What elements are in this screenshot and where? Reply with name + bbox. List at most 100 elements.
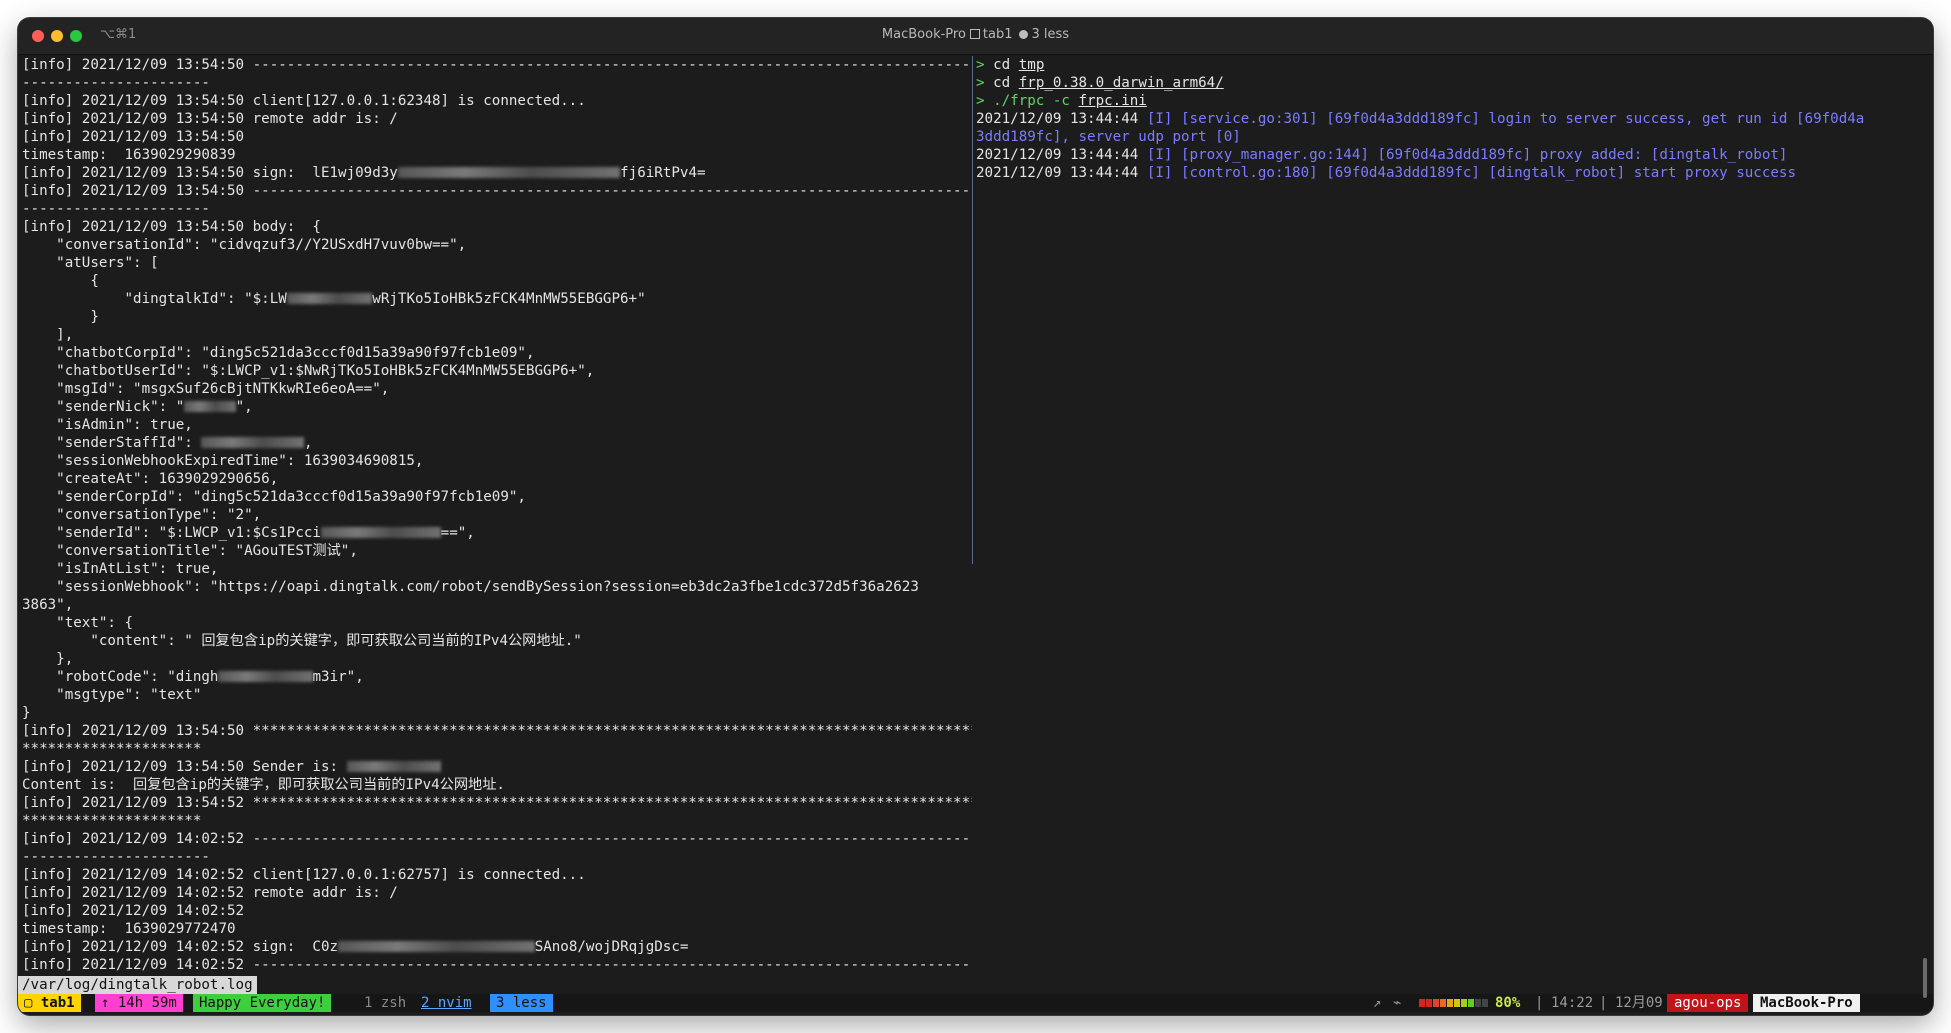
command-argument: frp_0.38.0_darwin_arm64/ (1018, 75, 1224, 91)
frpc-log-line: 2021/12/09 13:44:44 [I] [service.go:301]… (976, 110, 1926, 128)
scrollbar-thumb[interactable] (1923, 958, 1927, 998)
log-timestamp: 2021/12/09 13:44:44 (976, 147, 1147, 163)
command-name: cd (993, 57, 1011, 73)
wifi-off-icon: ⌁ (1393, 995, 1402, 1011)
window-tab-less[interactable]: 3 less (490, 994, 553, 1012)
log-line: "isInAtList": true, (22, 561, 219, 577)
log-line: [info] 2021/12/09 14:02:52 sign: C0z SAno… (22, 938, 972, 956)
redacted-blur (201, 437, 304, 448)
log-line: "chatbotUserId": "$:LWCP_v1:$NwRjTKo5IoH… (22, 363, 595, 379)
log-text: , (303, 435, 313, 451)
log-line: ********************* (22, 741, 202, 757)
log-line: [info] 2021/12/09 13:54:52 *************… (22, 795, 972, 811)
log-line: ], (22, 327, 74, 343)
log-line: "dingtalkId": "$:LW wRjTKo5IoHBk5zFCK4MnM… (22, 290, 972, 308)
log-line: { (22, 273, 99, 289)
tab-icon (969, 29, 980, 39)
log-line: }, (22, 651, 74, 667)
window-tab-zsh[interactable]: 1 zsh (358, 994, 412, 1012)
left-pane-log-output[interactable]: [info] 2021/12/09 13:54:50 -------------… (22, 56, 972, 996)
log-message: 3ddd189fc], server udp port [0] (976, 129, 1241, 145)
log-line: 3863", (22, 597, 74, 613)
prompt-symbol: > (976, 93, 994, 109)
log-line: "robotCode": "dingh m3ir", (22, 668, 972, 686)
arrow-icon: ↗ (1373, 995, 1382, 1011)
pane-divider[interactable] (972, 56, 973, 564)
log-text: "senderStaffId": (22, 435, 202, 451)
session-tab-label[interactable]: ▢ tab1 (18, 994, 81, 1012)
title-less: 3 less (1031, 27, 1070, 42)
status-right-group: ↗ ⌁ 80% | 14:22 | 12月09 agou-ops MacBook… (1373, 994, 1933, 1012)
log-line: "senderId": "$:LWCP_v1:$Cs1Pcci ==", (22, 524, 972, 542)
log-line: [info] 2021/12/09 14:02:52 -------------… (22, 831, 972, 847)
host-user-badge: agou-ops (1667, 994, 1749, 1012)
tmux-status-bar: ▢ tab1 ↑ 14h 59m Happy Everyday! 1 zsh 2… (18, 994, 1933, 1012)
log-line: [info] 2021/12/09 14:02:52 remote addr i… (22, 885, 398, 901)
log-text: fj6iRtPv4= (620, 165, 706, 181)
frpc-log-line: 3ddd189fc], server udp port [0] (976, 128, 1926, 146)
log-line: "conversationId": "cidvqzuf3//Y2USxdH7vu… (22, 237, 467, 253)
log-line: ---------------------- (22, 75, 210, 91)
terminal-window: ⌥⌘1 MacBook-Pro tab1 3 less [info] 2021/12… (18, 18, 1933, 1015)
redacted-blur (184, 401, 236, 412)
log-line: "text": { (22, 615, 134, 631)
redacted-blur (218, 671, 313, 682)
log-text: wRjTKo5IoHBk5zFCK4MnMW55EBGGP6+" (372, 291, 646, 307)
log-line: "msgtype": "text" (22, 687, 202, 703)
redacted-blur (320, 527, 441, 538)
redacted-blur (338, 941, 535, 952)
log-line: ---------------------- (22, 201, 210, 217)
log-line: ********************* (22, 813, 202, 829)
prompt-symbol: > (976, 57, 994, 73)
log-line: [info] 2021/12/09 14:02:52 -------------… (22, 957, 972, 973)
log-line: [info] 2021/12/09 13:54:50 -------------… (22, 57, 972, 73)
uptime-label: ↑ 14h 59m (95, 994, 183, 1012)
log-line: [info] 2021/12/09 14:02:52 client[127.0.… (22, 867, 586, 883)
log-line: ---------------------- (22, 849, 210, 865)
log-line: "chatbotCorpId": "ding5c521da3cccf0d15a3… (22, 345, 535, 361)
command-name: cd (993, 75, 1011, 91)
log-text: ==", (440, 525, 475, 541)
shell-command-line: > cd frp_0.38.0_darwin_arm64/ (976, 74, 1926, 92)
log-line: [info] 2021/12/09 13:54:50 *************… (22, 723, 972, 739)
log-text: "robotCode": "dingh (22, 669, 219, 685)
log-line: "atUsers": [ (22, 255, 159, 271)
log-text: "dingtalkId": "$:LW (22, 291, 287, 307)
battery-percent: 80% (1495, 995, 1521, 1011)
frpc-log-line: 2021/12/09 13:44:44 [I] [proxy_manager.g… (976, 146, 1926, 164)
log-text: [info] 2021/12/09 14:02:52 sign: C0z (22, 939, 339, 955)
log-line: [info] 2021/12/09 13:54:50 Sender is: (22, 758, 972, 776)
log-text: m3ir", (312, 669, 364, 685)
log-line: "senderNick": " ", (22, 398, 972, 416)
log-line: [info] 2021/12/09 13:54:50 -------------… (22, 183, 972, 199)
log-line: timestamp: 1639029290839 (22, 147, 236, 163)
log-line: Content is: 回复包含ip的关键字，即可获取公司当前的IPv4公网地址… (22, 777, 505, 793)
greeting-label: Happy Everyday! (193, 994, 332, 1012)
log-line: } (22, 705, 31, 721)
log-line: "conversationTitle": "AGouTEST测试", (22, 543, 358, 559)
log-message: [I] [proxy_manager.go:144] [69f0d4a3ddd1… (1146, 147, 1788, 163)
clock-date: 12月09 (1615, 995, 1663, 1011)
log-timestamp: 2021/12/09 13:44:44 (976, 165, 1147, 181)
log-line: timestamp: 1639029772470 (22, 921, 236, 937)
frpc-log-line: 2021/12/09 13:44:44 [I] [control.go:180]… (976, 164, 1926, 182)
redacted-blur (346, 761, 441, 772)
right-pane-shell[interactable]: > cd tmp > cd frp_0.38.0_darwin_arm64/> .… (976, 56, 1926, 996)
window-tab-nvim[interactable]: 2 nvim (415, 994, 478, 1012)
title-bar: ⌥⌘1 MacBook-Pro tab1 3 less (18, 18, 1933, 55)
log-text: [info] 2021/12/09 13:54:50 Sender is: (22, 759, 347, 775)
log-line: } (22, 309, 99, 325)
redacted-blur (286, 293, 373, 304)
host-machine-badge: MacBook-Pro (1753, 994, 1860, 1012)
log-text: "senderId": "$:LWCP_v1:$Cs1Pcci (22, 525, 321, 541)
log-line: [info] 2021/12/09 13:54:50 client[127.0.… (22, 93, 586, 109)
activity-dot-icon (1018, 30, 1028, 39)
command-argument: frpc.ini (1078, 93, 1147, 109)
title-tab: tab1 (982, 27, 1013, 42)
command-argument: tmp (1018, 57, 1045, 73)
redacted-blur (397, 167, 621, 178)
log-line: "createAt": 1639029290656, (22, 471, 279, 487)
log-message: [I] [service.go:301] [69f0d4a3ddd189fc] … (1146, 111, 1865, 127)
clock-time: 14:22 (1551, 995, 1594, 1011)
log-text: [info] 2021/12/09 13:54:50 sign: lE1wj09… (22, 165, 398, 181)
